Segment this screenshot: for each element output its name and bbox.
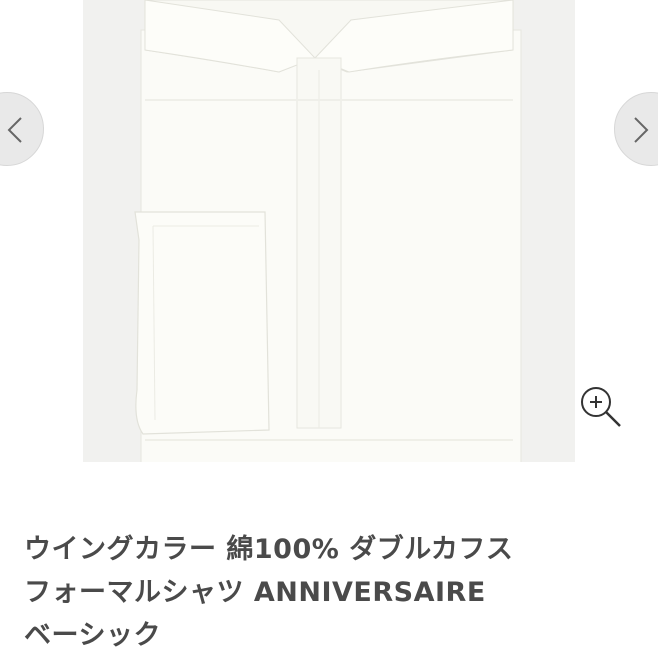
- zoom-button[interactable]: [576, 382, 624, 430]
- product-photo[interactable]: [83, 0, 575, 462]
- product-title-line: ウイングカラー 綿100% ダブルカフス: [24, 534, 514, 565]
- chevron-left-icon: [7, 117, 22, 143]
- product-image-gallery: [0, 0, 658, 470]
- chevron-right-icon: [634, 117, 649, 143]
- product-title-line: ベーシック: [24, 620, 161, 651]
- next-image-button[interactable]: [614, 92, 658, 166]
- zoom-in-icon: [581, 387, 621, 427]
- previous-image-button[interactable]: [0, 92, 44, 166]
- product-title-line: フォーマルシャツ ANNIVERSAIRE: [24, 577, 486, 608]
- product-title: ウイングカラー 綿100% ダブルカフス フォーマルシャツ ANNIVERSAI…: [24, 528, 644, 657]
- shirt-illustration: [134, 0, 522, 462]
